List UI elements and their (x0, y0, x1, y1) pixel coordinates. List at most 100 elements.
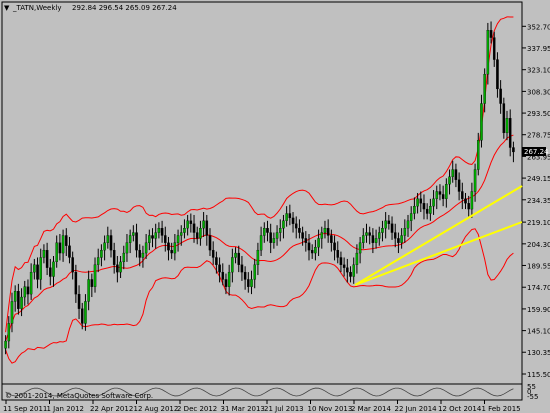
candle-down (441, 194, 445, 199)
indicator-tick-label: -55 (527, 393, 538, 401)
candle-down (508, 118, 512, 148)
candle-down (45, 249, 49, 268)
candle-down (49, 267, 52, 277)
candle-up (7, 323, 11, 342)
candle-down (218, 264, 221, 273)
main-chart-frame (1, 1, 523, 401)
y-tick-label: 234.35 (527, 197, 550, 205)
candle-down (438, 191, 442, 195)
candle-down (65, 235, 68, 246)
candle-down (301, 232, 304, 239)
candle-up (4, 340, 7, 349)
candle-down (346, 267, 349, 273)
x-tick-label: 22 Jun 2014 (395, 405, 438, 413)
y-tick-label: 249.15 (527, 175, 550, 183)
candles (4, 21, 515, 355)
candle-up (106, 235, 110, 243)
candle-up (157, 227, 161, 233)
candle-up (29, 271, 33, 295)
candle-down (269, 232, 272, 243)
candle-up (202, 220, 205, 229)
candle-up (480, 103, 483, 141)
candle-down (336, 249, 340, 258)
candle-down (512, 147, 515, 153)
candle-down (71, 257, 74, 273)
candle-up (505, 118, 509, 134)
candle-down (288, 213, 292, 219)
candle-down (170, 249, 173, 254)
candle-up (403, 227, 407, 236)
candle-up (42, 249, 46, 258)
candle-down (371, 235, 375, 243)
candle-up (231, 257, 234, 273)
x-tick-label: 11 Sep 2011 (3, 405, 47, 413)
candle-down (215, 257, 218, 265)
candle-down (461, 191, 464, 199)
candle-down (489, 30, 493, 38)
candle-up (384, 220, 387, 229)
price-chart[interactable]: 352.70337.95323.10308.30293.50278.75263.… (0, 0, 550, 413)
candle-up (409, 213, 413, 221)
chart-window: 352.70 337.95 323.10 308.30 293.50 278.75 263.… (0, 0, 550, 413)
candle-down (164, 235, 167, 243)
candle-down (160, 227, 164, 236)
candle-up (435, 191, 439, 199)
candle-down (26, 286, 30, 295)
candle-up (253, 264, 256, 280)
candle-down (211, 249, 215, 258)
y-tick-label: 293.50 (527, 110, 550, 118)
candle-up (272, 238, 276, 243)
candle-up (374, 238, 378, 243)
time-axis: 11 Sep 2011 1 Jan 2012 22 Apr 2012 12 Aug 2… (3, 400, 521, 413)
candle-down (457, 179, 461, 192)
candle-down (326, 227, 330, 236)
y-tick-label: 323.10 (527, 67, 550, 75)
candle-up (33, 264, 36, 273)
candle-up (128, 235, 132, 243)
candle-up (445, 184, 448, 199)
candle-down (135, 232, 138, 251)
candle-down (243, 271, 247, 280)
candle-up (448, 176, 451, 185)
candle-down (310, 249, 314, 254)
candle-up (173, 242, 177, 254)
x-tick-label: 1 Feb 2015 (482, 405, 521, 413)
y-tick-label: 115.50 (527, 371, 550, 379)
candle-up (256, 249, 260, 265)
candle-up (23, 286, 27, 298)
candle-down (189, 220, 193, 224)
candle-up (278, 227, 282, 233)
candle-up (263, 227, 266, 236)
candle-down (499, 88, 502, 104)
candle-down (454, 169, 458, 180)
candle-up (100, 249, 103, 258)
candle-up (144, 242, 148, 254)
x-tick-label: 22 Apr 2012 (90, 405, 133, 413)
candle-up (477, 140, 480, 170)
candle-up (355, 252, 359, 265)
candle-up (285, 213, 288, 221)
candle-down (58, 242, 62, 254)
candle-up (275, 232, 279, 239)
candle-up (377, 232, 381, 239)
y-tick-label: 278.75 (527, 132, 550, 140)
candle-down (74, 271, 78, 295)
candle-down (339, 257, 343, 265)
y-tick-label: 352.70 (527, 23, 550, 31)
candle-up (96, 257, 100, 265)
candle-down (298, 227, 301, 233)
current-price-label: 267.24 (524, 148, 549, 156)
y-tick-label: 174.70 (527, 284, 550, 292)
x-tick-label: 31 Mar 2013 (221, 405, 265, 413)
candle-up (39, 257, 42, 280)
candle-down (294, 223, 298, 229)
candle-up (154, 232, 157, 239)
x-tick-label: 2 Mar 2014 (351, 405, 391, 413)
candle-up (432, 198, 435, 207)
ohlc-values: 292.84 296.54 265.09 267.24 (72, 4, 177, 12)
y-tick-label: 308.30 (527, 88, 550, 96)
candle-down (304, 238, 308, 243)
candle-down (387, 220, 391, 224)
dropdown-marker[interactable]: ▼ (4, 4, 10, 12)
candle-up (93, 264, 97, 287)
